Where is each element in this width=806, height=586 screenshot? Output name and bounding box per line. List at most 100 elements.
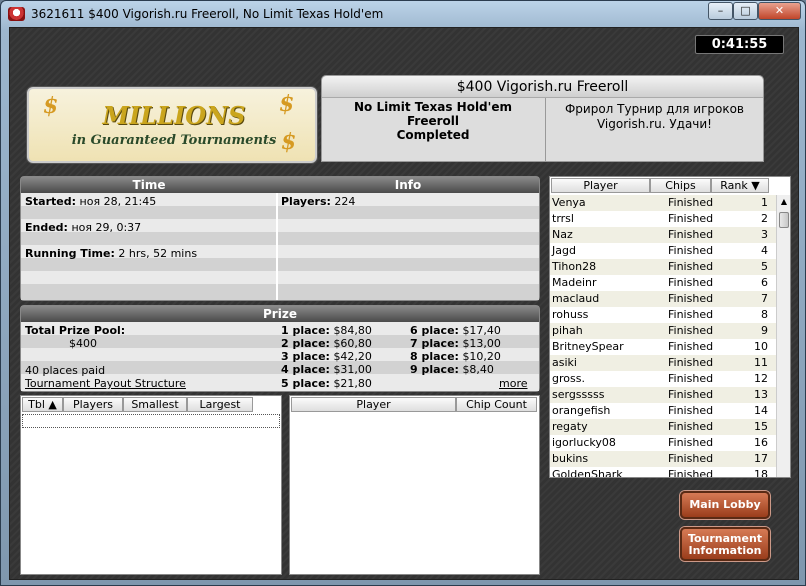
place-9: 9 place: $8,40: [410, 363, 494, 376]
tournament-information-button[interactable]: Tournament Information: [680, 527, 770, 561]
column-player[interactable]: Player: [291, 397, 456, 412]
tournament-window: 3621611 $400 Vigorish.ru Freeroll, No Li…: [0, 0, 806, 586]
player-chips: Finished: [668, 244, 714, 257]
player-chips: Finished: [668, 420, 714, 433]
player-chips: Finished: [668, 276, 714, 289]
column-largest[interactable]: Largest: [187, 397, 253, 412]
table-row[interactable]: igorlucky08 Finished 16: [550, 435, 776, 451]
table-row[interactable]: regaty Finished 15: [550, 419, 776, 435]
ended-row: Ended: ноя 29, 0:37: [25, 221, 142, 234]
table-row[interactable]: maclaud Finished 7: [550, 291, 776, 307]
chip-count-list: Player Chip Count: [289, 395, 540, 575]
player-name: maclaud: [552, 292, 600, 305]
player-chips: Finished: [668, 308, 714, 321]
main-lobby-button[interactable]: Main Lobby: [680, 491, 770, 519]
player-rank: 2: [761, 212, 768, 225]
millions-banner: $ $ $ MILLIONS in Guaranteed Tournaments: [27, 87, 317, 163]
maximize-button[interactable]: □: [733, 2, 758, 20]
player-name: rohuss: [552, 308, 589, 321]
ranking-scrollbar[interactable]: ▲: [776, 195, 790, 477]
prize-panel: Prize Total Prize Pool: $400 40 places p…: [20, 305, 540, 392]
column-smallest[interactable]: Smallest: [123, 397, 187, 412]
player-name: pihah: [552, 324, 583, 337]
table-row[interactable]: gross. Finished 12: [550, 371, 776, 387]
player-name: sergsssss: [552, 388, 605, 401]
table-row[interactable]: bukins Finished 17: [550, 451, 776, 467]
table-row[interactable]: sergsssss Finished 13: [550, 387, 776, 403]
scroll-up-icon[interactable]: ▲: [778, 196, 790, 208]
player-chips: Finished: [668, 340, 714, 353]
started-value: ноя 28, 21:45: [79, 195, 157, 208]
title-bar[interactable]: 3621611 $400 Vigorish.ru Freeroll, No Li…: [1, 1, 805, 27]
table-row[interactable]: Venya Finished 1: [550, 195, 776, 211]
column-tbl[interactable]: Tbl ▲: [22, 397, 63, 412]
player-name: igorlucky08: [552, 436, 616, 449]
player-name: regaty: [552, 420, 588, 433]
players-row: Players: 224: [281, 195, 356, 208]
player-rank: 3: [761, 228, 768, 241]
player-chips: Finished: [668, 196, 714, 209]
more-link[interactable]: more: [499, 377, 528, 390]
column-player[interactable]: Player: [551, 178, 650, 193]
player-chips: Finished: [668, 436, 714, 449]
player-name: BritneySpear: [552, 340, 624, 353]
started-row: Started: ноя 28, 21:45: [25, 195, 157, 208]
table-row[interactable]: asiki Finished 11: [550, 355, 776, 371]
table-row[interactable]: pihah Finished 9: [550, 323, 776, 339]
player-name: Naz: [552, 228, 573, 241]
player-rank: 11: [754, 356, 768, 369]
place-8: 8 place: $10,20: [410, 350, 501, 363]
place-7: 7 place: $13,00: [410, 337, 501, 350]
player-rank: 5: [761, 260, 768, 273]
table-row-focus[interactable]: [22, 414, 280, 428]
player-name: GoldenShark: [552, 468, 623, 477]
player-chips: Finished: [668, 356, 714, 369]
table-row[interactable]: GoldenShark Finished 18: [550, 467, 776, 477]
info-header: Info: [277, 177, 539, 193]
close-button[interactable]: ✕: [758, 2, 801, 20]
game-type: No Limit Texas Hold'em: [354, 100, 512, 114]
table-row[interactable]: Madeinr Finished 6: [550, 275, 776, 291]
player-rank: 12: [754, 372, 768, 385]
players-value: 224: [334, 195, 356, 208]
player-name: orangefish: [552, 404, 611, 417]
player-chips: Finished: [668, 228, 714, 241]
column-chip-count[interactable]: Chip Count: [456, 397, 537, 412]
place-3: 3 place: $42,20: [281, 350, 372, 363]
tournament-name: $400 Vigorish.ru Freeroll: [322, 76, 763, 98]
minimize-button[interactable]: –: [708, 2, 733, 20]
prize-header: Prize: [21, 306, 539, 322]
player-name: bukins: [552, 452, 589, 465]
player-rank: 6: [761, 276, 768, 289]
player-rank: 4: [761, 244, 768, 257]
places-paid: 40 places paid: [25, 364, 106, 377]
column-chips[interactable]: Chips: [650, 178, 711, 193]
player-name: Jagd: [552, 244, 576, 257]
tables-list: Tbl ▲ Players Smallest Largest: [20, 395, 282, 575]
running-time-value: 2 hrs, 52 mins: [118, 247, 198, 260]
player-rank: 13: [754, 388, 768, 401]
table-row[interactable]: orangefish Finished 14: [550, 403, 776, 419]
table-row[interactable]: BritneySpear Finished 10: [550, 339, 776, 355]
ranking-rows: Venya Finished 1 trrsl Finished 2 Naz Finished 3…: [550, 195, 776, 477]
table-row[interactable]: rohuss Finished 8: [550, 307, 776, 323]
table-row[interactable]: Jagd Finished 4: [550, 243, 776, 259]
player-name: Madeinr: [552, 276, 597, 289]
tournament-type: Freeroll: [406, 114, 459, 128]
table-row[interactable]: trrsl Finished 2: [550, 211, 776, 227]
player-name: Venya: [552, 196, 586, 209]
window-title: 3621611 $400 Vigorish.ru Freeroll, No Li…: [31, 7, 384, 21]
table-row[interactable]: Naz Finished 3: [550, 227, 776, 243]
player-rank: 18: [754, 468, 768, 477]
column-players[interactable]: Players: [63, 397, 123, 412]
table-row[interactable]: Tihon28 Finished 5: [550, 259, 776, 275]
player-rank: 16: [754, 436, 768, 449]
column-rank[interactable]: Rank ▼: [711, 178, 769, 193]
player-rank: 14: [754, 404, 768, 417]
time-info-panel: Time Info Started: ноя 28, 21:45 Ended: …: [20, 176, 540, 301]
banner-subtitle: in Guaranteed Tournaments: [71, 133, 277, 148]
player-chips: Finished: [668, 468, 714, 477]
player-chips: Finished: [668, 404, 714, 417]
payout-structure-link[interactable]: Tournament Payout Structure: [25, 377, 186, 390]
scroll-thumb[interactable]: [779, 212, 789, 228]
